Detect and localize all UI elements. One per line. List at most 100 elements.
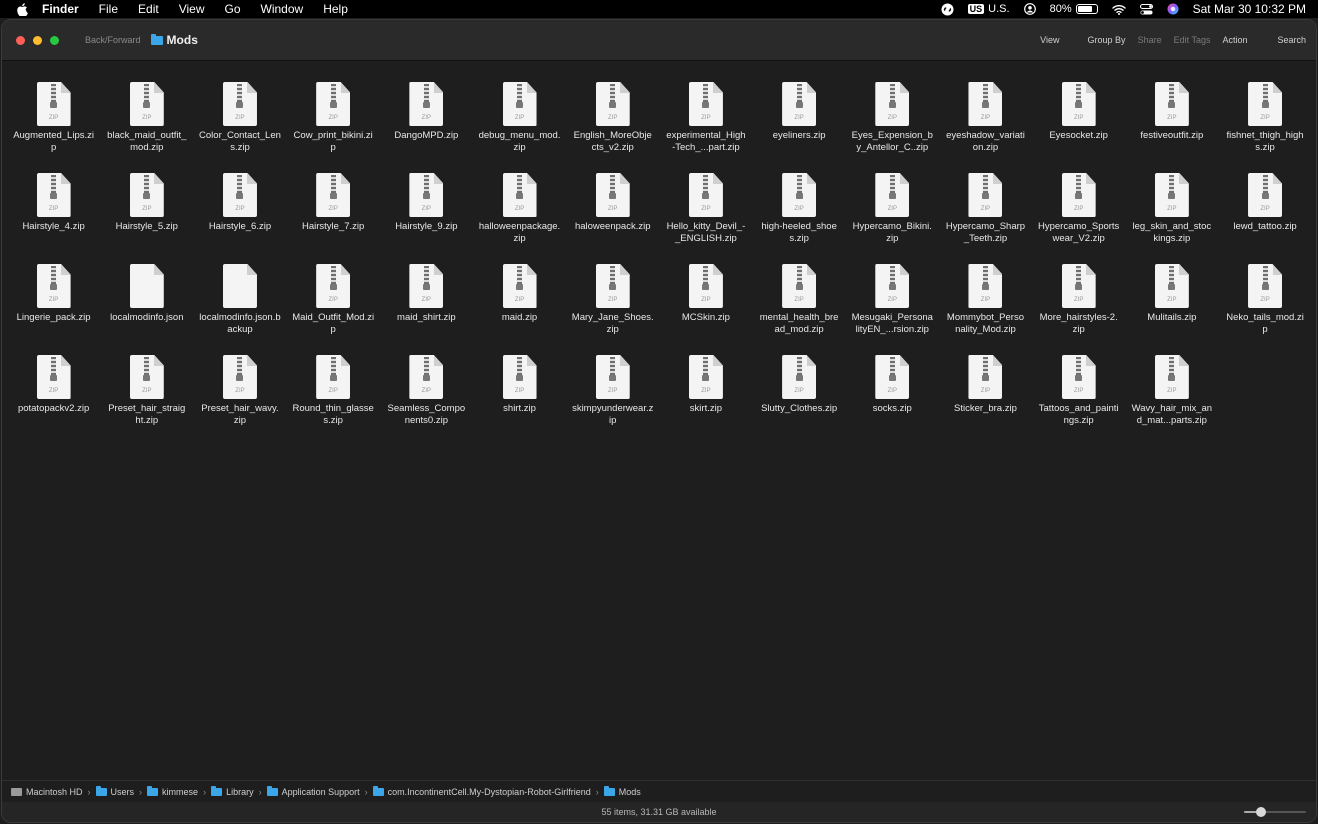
- file-item[interactable]: ZIP mental_health_bread_mod.zip: [753, 264, 846, 355]
- file-item[interactable]: localmodinfo.json: [100, 264, 193, 355]
- zipper-icon: [50, 266, 58, 290]
- file-item[interactable]: ZIP Eyes_Expension_by_Antellor_C..zip: [846, 82, 939, 173]
- share-button[interactable]: Share: [1138, 35, 1162, 45]
- menu-window[interactable]: Window: [261, 2, 304, 16]
- file-item[interactable]: ZIP Hypercamo_Sportswear_V2.zip: [1032, 173, 1125, 264]
- file-item[interactable]: ZIP Maid_Outfit_Mod.zip: [287, 264, 380, 355]
- zipper-icon: [1261, 266, 1269, 290]
- file-item[interactable]: ZIP halloweenpackage.zip: [473, 173, 566, 264]
- zip-label: ZIP: [1260, 206, 1270, 212]
- control-center-icon[interactable]: [1139, 3, 1153, 15]
- file-item[interactable]: ZIP Cow_print_bikini.zip: [287, 82, 380, 173]
- file-item[interactable]: ZIP Preset_hair_straight.zip: [100, 355, 193, 446]
- path-item[interactable]: com.IncontinentCell.My-Dystopian-Robot-G…: [372, 785, 591, 797]
- file-item[interactable]: ZIP haloweenpack.zip: [566, 173, 659, 264]
- zipper-icon: [702, 175, 710, 199]
- close-button[interactable]: [16, 35, 25, 45]
- input-source[interactable]: US U.S.: [967, 3, 1010, 15]
- battery-status[interactable]: 80%: [1050, 3, 1098, 15]
- minimize-button[interactable]: [33, 35, 42, 45]
- file-item[interactable]: ZIP Lingerie_pack.zip: [7, 264, 100, 355]
- icon-size-slider[interactable]: [1244, 807, 1306, 817]
- file-item[interactable]: ZIP Hairstyle_7.zip: [287, 173, 380, 264]
- file-item[interactable]: ZIP Augmented_Lips.zip: [7, 82, 100, 173]
- file-item[interactable]: ZIP shirt.zip: [473, 355, 566, 446]
- file-item[interactable]: ZIP potatopackv2.zip: [7, 355, 100, 446]
- file-item[interactable]: ZIP English_MoreObjects_v2.zip: [566, 82, 659, 173]
- file-item[interactable]: ZIP Mommybot_Personality_Mod.zip: [939, 264, 1032, 355]
- slider-knob[interactable]: [1255, 807, 1266, 817]
- file-name: Slutty_Clothes.zip: [761, 403, 838, 414]
- file-item[interactable]: ZIP Mesugaki_PersonalityEN_...rsion.zip: [846, 264, 939, 355]
- zip-label: ZIP: [608, 206, 618, 212]
- file-name: Wavy_hair_mix_and_mat...parts.zip: [1131, 403, 1213, 426]
- wifi-icon[interactable]: [1111, 4, 1126, 15]
- file-item[interactable]: ZIP high-heeled_shoes.zip: [753, 173, 846, 264]
- zoom-button[interactable]: [50, 35, 59, 45]
- back-forward-button[interactable]: Back/Forward: [85, 35, 141, 45]
- file-item[interactable]: ZIP Hairstyle_6.zip: [193, 173, 286, 264]
- menu-file[interactable]: File: [99, 2, 118, 16]
- file-item[interactable]: ZIP Mulitails.zip: [1125, 264, 1218, 355]
- file-item[interactable]: ZIP festiveoutfit.zip: [1125, 82, 1218, 173]
- path-item[interactable]: Application Support: [266, 785, 360, 797]
- file-item[interactable]: ZIP Hypercamo_Bikini.zip: [846, 173, 939, 264]
- menu-view[interactable]: View: [179, 2, 205, 16]
- apple-icon[interactable]: [16, 2, 28, 16]
- file-item[interactable]: ZIP Wavy_hair_mix_and_mat...parts.zip: [1125, 355, 1218, 446]
- file-item[interactable]: ZIP fishnet_thigh_highs.zip: [1218, 82, 1311, 173]
- zip-file-icon: ZIP: [129, 355, 164, 399]
- path-item[interactable]: Library: [211, 785, 254, 797]
- file-item[interactable]: ZIP Hello_kitty_Devil_-_ENGLISH.zip: [659, 173, 752, 264]
- file-item[interactable]: ZIP MCSkin.zip: [659, 264, 752, 355]
- file-item[interactable]: ZIP eyeliners.zip: [753, 82, 846, 173]
- view-button[interactable]: View: [1040, 35, 1059, 45]
- file-item[interactable]: ZIP Mary_Jane_Shoes.zip: [566, 264, 659, 355]
- zip-label: ZIP: [328, 388, 338, 394]
- user-icon[interactable]: [1023, 3, 1036, 15]
- file-item[interactable]: ZIP Hypercamo_Sharp_Teeth.zip: [939, 173, 1032, 264]
- file-item[interactable]: ZIP maid.zip: [473, 264, 566, 355]
- file-item[interactable]: localmodinfo.json.backup: [193, 264, 286, 355]
- menu-help[interactable]: Help: [323, 2, 348, 16]
- path-item[interactable]: Macintosh HD: [11, 787, 83, 797]
- siri-icon[interactable]: [1167, 3, 1179, 15]
- file-item[interactable]: ZIP socks.zip: [846, 355, 939, 446]
- menu-edit[interactable]: Edit: [138, 2, 159, 16]
- file-item[interactable]: ZIP Slutty_Clothes.zip: [753, 355, 846, 446]
- search-button[interactable]: Search: [1277, 35, 1306, 45]
- edit-tags-button[interactable]: Edit Tags: [1174, 35, 1211, 45]
- menu-finder[interactable]: Finder: [42, 2, 79, 16]
- file-item[interactable]: ZIP black_maid_outfit_mod.zip: [100, 82, 193, 173]
- file-item[interactable]: ZIP More_hairstyles-2.zip: [1032, 264, 1125, 355]
- file-item[interactable]: ZIP eyeshadow_variation.zip: [939, 82, 1032, 173]
- file-item[interactable]: ZIP leg_skin_and_stockings.zip: [1125, 173, 1218, 264]
- file-item[interactable]: ZIP Hairstyle_4.zip: [7, 173, 100, 264]
- file-item[interactable]: ZIP DangoMPD.zip: [380, 82, 473, 173]
- file-item[interactable]: ZIP Eyesocket.zip: [1032, 82, 1125, 173]
- menu-go[interactable]: Go: [225, 2, 241, 16]
- file-item[interactable]: ZIP maid_shirt.zip: [380, 264, 473, 355]
- file-item[interactable]: ZIP Hairstyle_5.zip: [100, 173, 193, 264]
- file-item[interactable]: ZIP Neko_tails_mod.zip: [1218, 264, 1311, 355]
- menubar-clock[interactable]: Sat Mar 30 10:32 PM: [1193, 2, 1306, 16]
- file-item[interactable]: ZIP Tattoos_and_paintings.zip: [1032, 355, 1125, 446]
- file-item[interactable]: ZIP Hairstyle_9.zip: [380, 173, 473, 264]
- file-item[interactable]: ZIP Color_Contact_Lens.zip: [193, 82, 286, 173]
- file-item[interactable]: ZIP Seamless_Components0.zip: [380, 355, 473, 446]
- action-button[interactable]: Action: [1222, 35, 1247, 45]
- zip-file-icon: ZIP: [1061, 264, 1096, 308]
- path-item[interactable]: Users: [95, 785, 134, 797]
- file-item[interactable]: ZIP skimpyunderwear.zip: [566, 355, 659, 446]
- file-item[interactable]: ZIP skirt.zip: [659, 355, 752, 446]
- shazam-icon[interactable]: [941, 3, 954, 16]
- file-item[interactable]: ZIP debug_menu_mod.zip: [473, 82, 566, 173]
- file-item[interactable]: ZIP Preset_hair_wavy.zip: [193, 355, 286, 446]
- file-item[interactable]: ZIP Sticker_bra.zip: [939, 355, 1032, 446]
- file-item[interactable]: ZIP experimental_High-Tech_...part.zip: [659, 82, 752, 173]
- path-item[interactable]: Mods: [603, 785, 641, 797]
- path-item[interactable]: kimmese: [147, 785, 198, 797]
- file-item[interactable]: ZIP Round_thin_glasses.zip: [287, 355, 380, 446]
- file-item[interactable]: ZIP lewd_tattoo.zip: [1218, 173, 1311, 264]
- group-by-button[interactable]: Group By: [1088, 35, 1126, 45]
